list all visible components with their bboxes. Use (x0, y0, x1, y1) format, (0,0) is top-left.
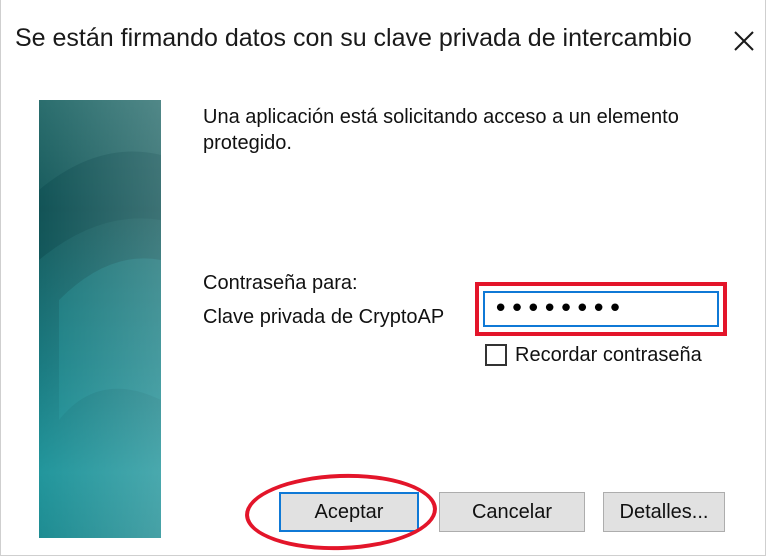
password-field[interactable] (483, 291, 719, 327)
details-button[interactable]: Detalles... (603, 492, 725, 532)
close-button[interactable] (723, 14, 763, 66)
remember-password-label: Recordar contraseña (515, 344, 702, 366)
banner-graphic (39, 100, 161, 538)
request-message: Una aplicación está solicitando acceso a… (203, 106, 679, 154)
close-icon (734, 31, 754, 51)
cancel-button[interactable]: Cancelar (439, 492, 585, 532)
window-title: Se están firmando datos con su clave pri… (15, 24, 692, 52)
accept-button[interactable]: Aceptar (279, 492, 419, 532)
password-for-label: Contraseña para: (203, 272, 358, 294)
checkbox-box[interactable] (485, 344, 507, 366)
key-name-label: Clave privada de CryptoAP (203, 306, 445, 328)
signing-dialog: Se están firmando datos con su clave pri… (0, 0, 766, 556)
title-bar: Se están firmando datos con su clave pri… (1, 0, 765, 82)
